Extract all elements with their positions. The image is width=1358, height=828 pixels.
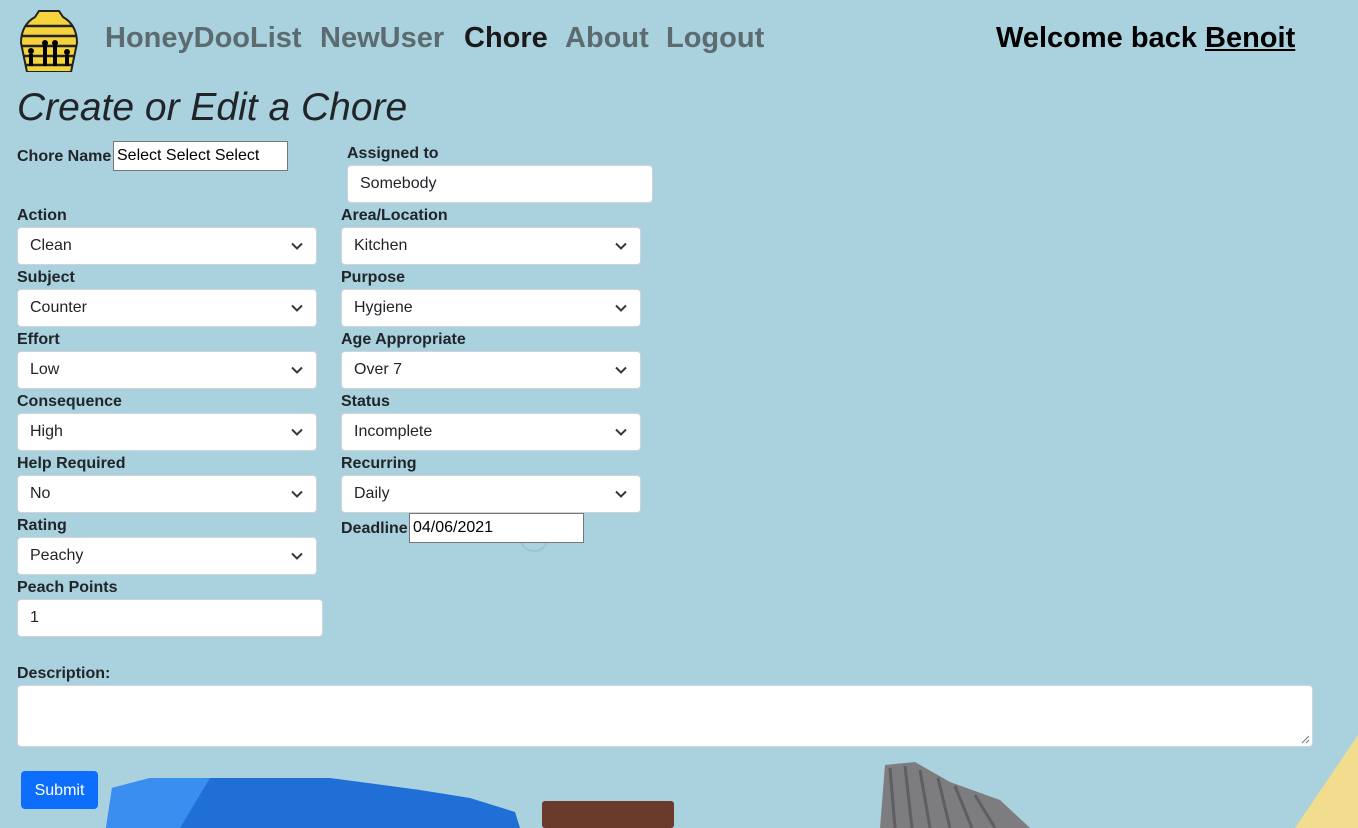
chevron-down-icon — [291, 490, 303, 498]
chore-name-input[interactable]: Select Select Select — [113, 141, 288, 171]
action-label: Action — [17, 207, 67, 224]
top-navbar: HoneyDooList NewUser Chore About Logout … — [0, 0, 1358, 86]
subject-select-value: Counter — [30, 299, 87, 316]
chevron-down-icon — [615, 304, 627, 312]
age-appropriate-select[interactable]: Over 7 — [341, 351, 641, 389]
purpose-label: Purpose — [341, 269, 406, 286]
effort-select[interactable]: Low — [17, 351, 317, 389]
deadline-label: Deadline — [341, 520, 408, 537]
username-link[interactable]: Benoit — [1205, 22, 1295, 54]
submit-button[interactable]: Submit — [21, 771, 98, 809]
help-required-label: Help Required — [17, 455, 126, 472]
chevron-down-icon — [291, 552, 303, 560]
area-select-value: Kitchen — [354, 237, 408, 254]
status-select-value: Incomplete — [354, 423, 433, 440]
welcome-prefix: Welcome back — [996, 22, 1197, 54]
status-label: Status — [341, 393, 390, 410]
rating-select[interactable]: Peachy — [17, 537, 317, 575]
age-appropriate-label: Age Appropriate — [341, 331, 466, 348]
chevron-down-icon — [615, 428, 627, 436]
effort-select-value: Low — [30, 361, 60, 378]
chevron-down-icon — [291, 304, 303, 312]
chevron-down-icon — [291, 242, 303, 250]
chevron-down-icon — [615, 490, 627, 498]
subject-label: Subject — [17, 269, 75, 286]
consequence-select-value: High — [30, 423, 63, 440]
assigned-to-label: Assigned to — [347, 145, 439, 162]
purpose-select[interactable]: Hygiene — [341, 289, 641, 327]
welcome-message: Welcome back Benoit — [996, 22, 1295, 55]
help-required-select-value: No — [30, 485, 51, 502]
resize-handle-icon[interactable] — [1301, 735, 1310, 744]
purpose-select-value: Hygiene — [354, 299, 413, 316]
effort-label: Effort — [17, 331, 60, 348]
nav-link-about[interactable]: About — [565, 22, 649, 55]
peach-points-label: Peach Points — [17, 579, 118, 596]
chevron-down-icon — [615, 366, 627, 374]
action-select[interactable]: Clean — [17, 227, 317, 265]
description-textarea[interactable] — [17, 685, 1313, 747]
nav-link-chore[interactable]: Chore — [464, 22, 548, 55]
description-label: Description: — [17, 665, 111, 682]
nav-brand-link[interactable]: HoneyDooList — [105, 22, 302, 55]
honeydoolist-logo-icon[interactable] — [17, 9, 81, 72]
nav-link-logout[interactable]: Logout — [666, 22, 764, 55]
subject-select[interactable]: Counter — [17, 289, 317, 327]
deadline-input[interactable]: 04/06/2021 — [409, 513, 584, 543]
peach-points-input[interactable]: 1 — [17, 599, 323, 637]
rating-label: Rating — [17, 517, 67, 534]
assigned-to-input[interactable]: Somebody — [347, 165, 653, 203]
recurring-select[interactable]: Daily — [341, 475, 641, 513]
rating-select-value: Peachy — [30, 547, 84, 564]
status-select[interactable]: Incomplete — [341, 413, 641, 451]
consequence-select[interactable]: High — [17, 413, 317, 451]
help-required-select[interactable]: No — [17, 475, 317, 513]
age-appropriate-select-value: Over 7 — [354, 361, 403, 378]
recurring-select-value: Daily — [354, 485, 390, 502]
nav-link-newuser[interactable]: NewUser — [320, 22, 444, 55]
consequence-label: Consequence — [17, 393, 122, 410]
recurring-label: Recurring — [341, 455, 417, 472]
chevron-down-icon — [615, 242, 627, 250]
area-label: Area/Location — [341, 207, 448, 224]
chevron-down-icon — [291, 428, 303, 436]
action-select-value: Clean — [30, 237, 72, 254]
chore-name-label: Chore Name — [17, 148, 112, 165]
area-select[interactable]: Kitchen — [341, 227, 641, 265]
chevron-down-icon — [291, 366, 303, 374]
page-title: Create or Edit a Chore — [17, 86, 408, 129]
